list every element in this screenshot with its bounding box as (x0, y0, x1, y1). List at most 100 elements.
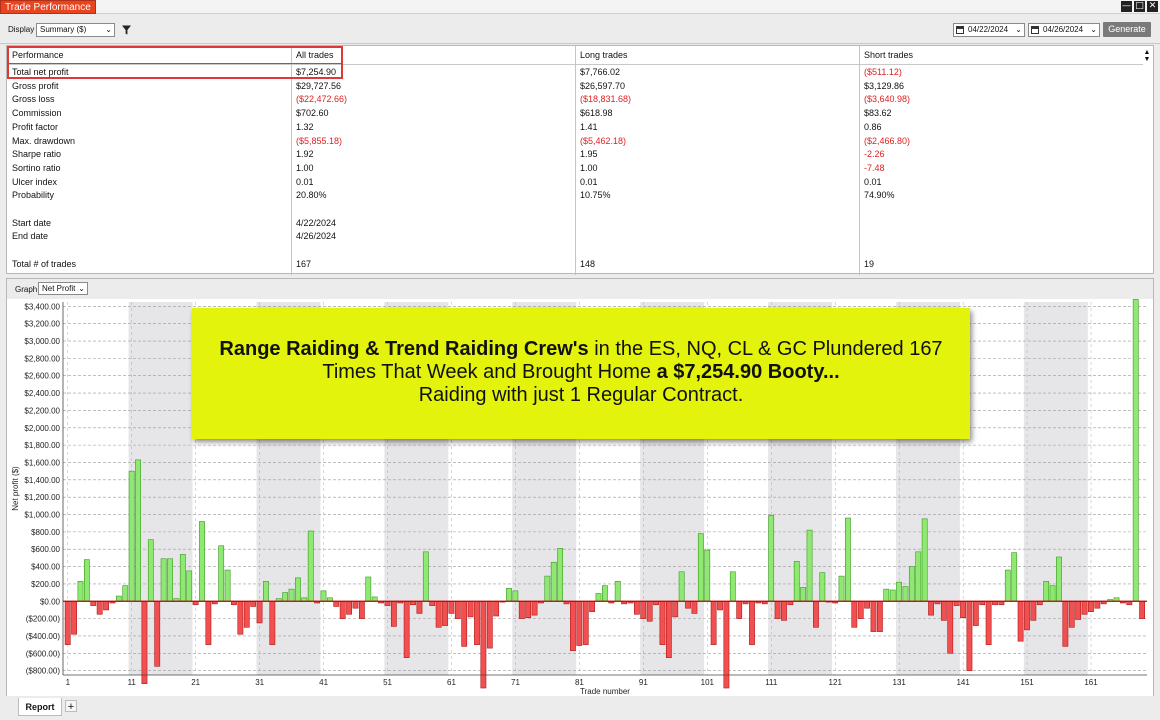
maximize-icon[interactable]: □ (1134, 1, 1145, 12)
filter-icon[interactable] (122, 25, 131, 35)
y-tick-label: $3,200.00 (24, 320, 60, 329)
graph-label: Graph (15, 285, 38, 294)
banner-line-2: Times That Week and Brought Home a $7,25… (192, 361, 970, 384)
banner-line-3: Raiding with just 1 Regular Contract. (418, 384, 744, 406)
table-cell: ($511.12) (864, 67, 902, 77)
table-cell (864, 217, 1139, 231)
bar (717, 600, 723, 611)
table-cell: 0.01 (296, 176, 314, 187)
x-tick-label: 51 (383, 678, 392, 687)
bar (512, 590, 519, 602)
display-select[interactable]: Summary ($) ⌄ (36, 23, 115, 37)
table-cell: $618.98 (580, 108, 613, 119)
bar (307, 530, 314, 602)
table-cell (296, 244, 571, 258)
y-tick-label: $2,200.00 (24, 406, 60, 415)
bar (1030, 600, 1037, 621)
toolbar: Display Summary ($) ⌄ 04/22/2024 ⌄ 04/26… (0, 14, 1160, 44)
table-cell: ($22,472.66) (296, 94, 348, 105)
performance-table: Performance All trades Long trades Short… (6, 45, 1154, 275)
close-icon[interactable]: ✕ (1147, 1, 1158, 12)
bar (135, 459, 141, 602)
bar (128, 470, 135, 602)
bar (224, 569, 231, 602)
tab-report[interactable]: Report (18, 698, 62, 716)
y-tick-label: $1,000.00 (24, 511, 60, 520)
bar (103, 600, 109, 611)
bar (640, 600, 647, 619)
bar (570, 600, 576, 652)
bar (147, 539, 154, 602)
display-label: Display (8, 25, 35, 34)
generate-button[interactable]: Generate (1103, 22, 1151, 37)
bar (966, 600, 973, 671)
add-tab-button[interactable]: + (65, 700, 77, 713)
bar (263, 581, 269, 602)
start-date-select[interactable]: 04/22/2024 ⌄ (953, 23, 1025, 37)
bar (205, 600, 212, 645)
bar (928, 600, 934, 616)
x-tick-label: 161 (1084, 678, 1098, 687)
x-tick-label: 71 (511, 678, 520, 687)
bar (365, 576, 372, 602)
table-cell: $7,766.02 (580, 67, 621, 77)
bar (902, 586, 909, 602)
bar (1024, 600, 1030, 631)
x-tick-label: 31 (255, 678, 264, 687)
table-row-label: Ulcer index (12, 176, 58, 187)
banner-line-2-bold: a $7,254.90 Booty... (656, 361, 840, 383)
table-cell (864, 230, 1139, 244)
table-cell: 167 (296, 258, 312, 269)
bar (550, 561, 557, 602)
x-tick-label: 41 (319, 678, 328, 687)
bar (576, 600, 583, 646)
table-row-label: Sortino ratio (12, 162, 61, 173)
column-divider (575, 46, 576, 275)
y-tick-label: $1,600.00 (24, 458, 60, 467)
graph-select[interactable]: Net Profit ⌄ (38, 282, 88, 295)
bar (697, 533, 704, 602)
column-header-long-trades[interactable]: Long trades (575, 46, 859, 65)
x-axis-title: Trade number (580, 687, 630, 696)
bottom-tab-bar: Report + (0, 698, 1160, 720)
bar (1011, 552, 1018, 602)
bar (403, 600, 410, 658)
bar (1004, 569, 1011, 602)
bar (269, 600, 276, 645)
bar (1017, 600, 1024, 642)
table-row-label: Gross loss (12, 94, 55, 105)
x-tick-label: 61 (447, 678, 456, 687)
bar (333, 600, 340, 607)
bar (1068, 600, 1075, 628)
bar (352, 600, 359, 609)
bar (633, 600, 640, 615)
table-row-label: Max. drawdown (12, 135, 76, 146)
table-cell (580, 203, 855, 217)
bar (838, 575, 845, 602)
highlight-divider (9, 63, 341, 64)
x-tick-label: 21 (191, 678, 200, 687)
bar (800, 587, 807, 602)
minimize-icon[interactable]: — (1121, 1, 1132, 12)
bar (218, 545, 225, 602)
bar (90, 600, 97, 606)
x-tick-label: 141 (956, 678, 970, 687)
bar (442, 600, 448, 626)
column-header-short-trades[interactable]: Short trades (859, 46, 1143, 65)
bar (390, 600, 397, 627)
scroll-arrows-icon[interactable]: ▲ ▼ (1143, 49, 1151, 63)
bar (685, 600, 691, 609)
table-cell (580, 230, 855, 244)
bar (1056, 556, 1062, 602)
y-tick-label: $1,800.00 (24, 441, 60, 450)
bar (1062, 600, 1069, 647)
table-cell: 1.92 (296, 149, 314, 160)
promo-banner: Range Raiding & Trend Raiding Crew's in … (192, 308, 970, 439)
bar (704, 549, 711, 602)
start-date-value: 04/22/2024 (968, 25, 1009, 34)
bar (474, 600, 480, 645)
table-cell: 4/26/2024 (296, 231, 337, 242)
bar (870, 600, 877, 632)
end-date-select[interactable]: 04/26/2024 ⌄ (1028, 23, 1100, 37)
banner-line-1-rest: in the ES, NQ, CL & GC Plundered 167 (588, 338, 943, 360)
